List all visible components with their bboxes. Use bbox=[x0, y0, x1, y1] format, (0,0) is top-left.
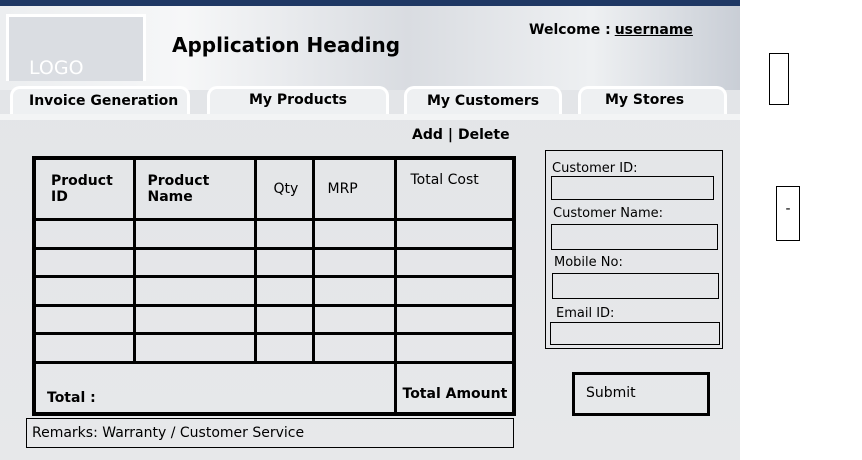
table-row[interactable] bbox=[32, 303, 516, 336]
tab-label: Invoice Generation bbox=[29, 93, 179, 109]
app-heading: Application Heading bbox=[172, 33, 401, 57]
customer-id-label: Customer ID: bbox=[552, 161, 638, 176]
side-control-box[interactable] bbox=[769, 53, 789, 105]
add-delete-actions: Add | Delete bbox=[412, 127, 510, 143]
delete-link[interactable]: Delete bbox=[458, 127, 510, 143]
tab-label: My Customers bbox=[427, 93, 540, 109]
tab-label: My Products bbox=[248, 92, 348, 108]
table-row[interactable] bbox=[32, 332, 516, 364]
logo: LOGO bbox=[6, 14, 146, 81]
total-label: Total : bbox=[32, 361, 397, 416]
submit-button[interactable]: Submit bbox=[572, 372, 710, 416]
col-header-mrp: MRP bbox=[311, 156, 397, 221]
table-row[interactable] bbox=[32, 275, 516, 307]
username-link[interactable]: username bbox=[615, 22, 693, 38]
tab-my-customers[interactable]: My Customers bbox=[404, 86, 562, 114]
welcome-label: Welcome : bbox=[529, 22, 611, 38]
table-header-row: Product ID Product Name Qty MRP Total Co… bbox=[32, 156, 516, 221]
tab-label: My Stores bbox=[605, 92, 685, 108]
side-minus-button[interactable]: - bbox=[776, 186, 800, 241]
table-row[interactable] bbox=[32, 246, 516, 279]
customer-name-field[interactable] bbox=[551, 224, 718, 250]
tab-my-stores[interactable]: My Stores bbox=[578, 86, 727, 114]
app-window: LOGO Application Heading Welcome : userna… bbox=[0, 0, 740, 460]
tab-bar bbox=[0, 114, 740, 120]
table-row[interactable] bbox=[32, 218, 516, 250]
action-separator: | bbox=[447, 127, 454, 143]
table-total-row: Total : Total Amount bbox=[32, 361, 516, 416]
product-table: Product ID Product Name Qty MRP Total Co… bbox=[32, 156, 516, 416]
tab-invoice-generation[interactable]: Invoice Generation bbox=[10, 86, 190, 114]
welcome-text: Welcome : username bbox=[529, 22, 693, 38]
add-link[interactable]: Add bbox=[412, 127, 443, 143]
col-header-qty: Qty bbox=[253, 156, 315, 221]
col-header-total-cost: Total Cost bbox=[393, 156, 516, 221]
total-amount-label: Total Amount bbox=[393, 361, 516, 416]
email-field[interactable] bbox=[550, 322, 720, 345]
remarks-field[interactable]: Remarks: Warranty / Customer Service bbox=[26, 418, 514, 448]
col-header-product-name: Product Name bbox=[132, 156, 257, 221]
mobile-field[interactable] bbox=[552, 273, 719, 299]
email-label: Email ID: bbox=[556, 306, 615, 321]
logo-text: LOGO bbox=[29, 57, 84, 79]
col-header-product-id: Product ID bbox=[32, 156, 136, 221]
customer-name-label: Customer Name: bbox=[553, 206, 664, 221]
customer-id-field[interactable] bbox=[551, 176, 714, 200]
mobile-label: Mobile No: bbox=[554, 255, 623, 270]
tab-my-products[interactable]: My Products bbox=[207, 86, 389, 114]
